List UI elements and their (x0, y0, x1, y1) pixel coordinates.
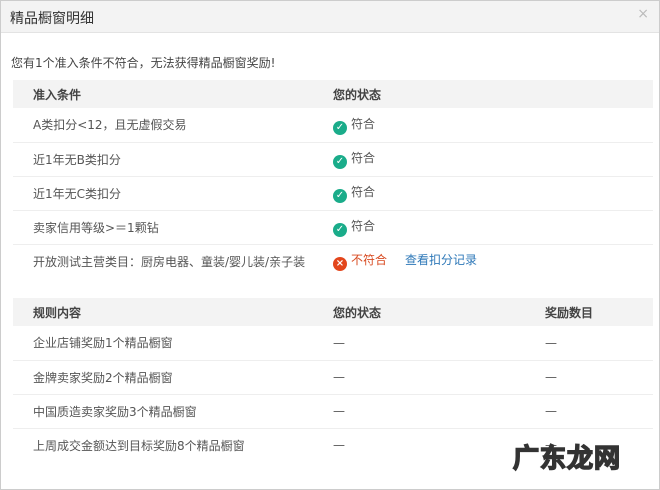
header-status: 您的状态 (333, 80, 653, 108)
rule-label: 上周成交金额达到目标奖励8个精品橱窗 (33, 438, 245, 453)
check-icon: ✓ (333, 223, 347, 237)
status-text: 不符合 (351, 253, 388, 268)
table-row: 近1年无C类扣分 ✓ 符合 (13, 176, 653, 211)
check-icon: ✓ (333, 120, 347, 135)
check-icon: ✓ (333, 189, 347, 203)
rule-label: 金牌卖家奖励2个精品橱窗 (13, 360, 333, 395)
check-icon: ✓ (333, 155, 347, 169)
rule-label: 中国质造卖家奖励3个精品橱窗 (13, 394, 333, 429)
rule-reward: — (545, 394, 653, 429)
status-cell: ✓ 符合 (333, 108, 653, 143)
criteria-label: 卖家信用等级>＝1颗钻 (13, 210, 333, 245)
criteria-label: 近1年无C类扣分 (13, 176, 333, 211)
dialog-titlebar: 精品橱窗明细 × (1, 1, 659, 33)
status-cell: ✓ 符合 (333, 210, 653, 245)
rule-reward: — (545, 360, 653, 395)
header-reward: 奖励数目 (545, 298, 653, 326)
view-deduction-link[interactable]: 查看扣分记录 (405, 253, 477, 267)
close-icon[interactable]: × (637, 6, 649, 22)
rule-status: — (333, 394, 545, 429)
header-criteria: 准入条件 (13, 80, 333, 108)
warning-message: 您有1个准入条件不符合，无法获得精品橱窗奖励! (11, 56, 276, 70)
table-row: A类扣分<12，且无虚假交易 ✓ 符合 (13, 108, 653, 143)
status-text: 符合 (351, 151, 376, 165)
table-row: 开放测试主营类目：厨房电器、童装/婴儿装/亲子装 × 不符合 查看扣分记录 (13, 244, 653, 278)
header-rule: 规则内容 (13, 298, 333, 326)
rule-status: — (333, 360, 545, 395)
rule-reward: — (545, 326, 653, 361)
rule-label: 企业店铺奖励1个精品橱窗 (13, 326, 333, 361)
header-status: 您的状态 (333, 298, 545, 326)
table-row: 金牌卖家奖励2个精品橱窗 — — (13, 360, 653, 395)
status-cell: × 不符合 查看扣分记录 (333, 244, 653, 278)
watermark: 广东龙网 (512, 443, 621, 475)
error-icon: × (333, 257, 347, 272)
status-text: 符合 (351, 116, 376, 131)
table-row: 企业店铺奖励1个精品橱窗 — — (13, 326, 653, 361)
status-cell: ✓ 符合 (333, 142, 653, 177)
table-row: 卖家信用等级>＝1颗钻 ✓ 符合 (13, 210, 653, 245)
criteria-table: 准入条件 您的状态 A类扣分<12，且无虚假交易 ✓ 符合 近1年无B类扣分 ✓ 符合 近1… (13, 80, 653, 278)
status-text: 符合 (351, 219, 376, 233)
status-text: 符合 (351, 185, 376, 199)
rule-status: — (333, 326, 545, 361)
criteria-label: 开放测试主营类目：厨房电器、童装/婴儿装/亲子装 (33, 254, 306, 269)
dialog-title: 精品橱窗明细 (10, 11, 94, 27)
table-row: 近1年无B类扣分 ✓ 符合 (13, 142, 653, 177)
table-row: 中国质造卖家奖励3个精品橱窗 — — (13, 394, 653, 429)
criteria-label: A类扣分<12，且无虚假交易 (13, 108, 333, 143)
criteria-label: 近1年无B类扣分 (13, 142, 333, 177)
status-cell: ✓ 符合 (333, 176, 653, 211)
